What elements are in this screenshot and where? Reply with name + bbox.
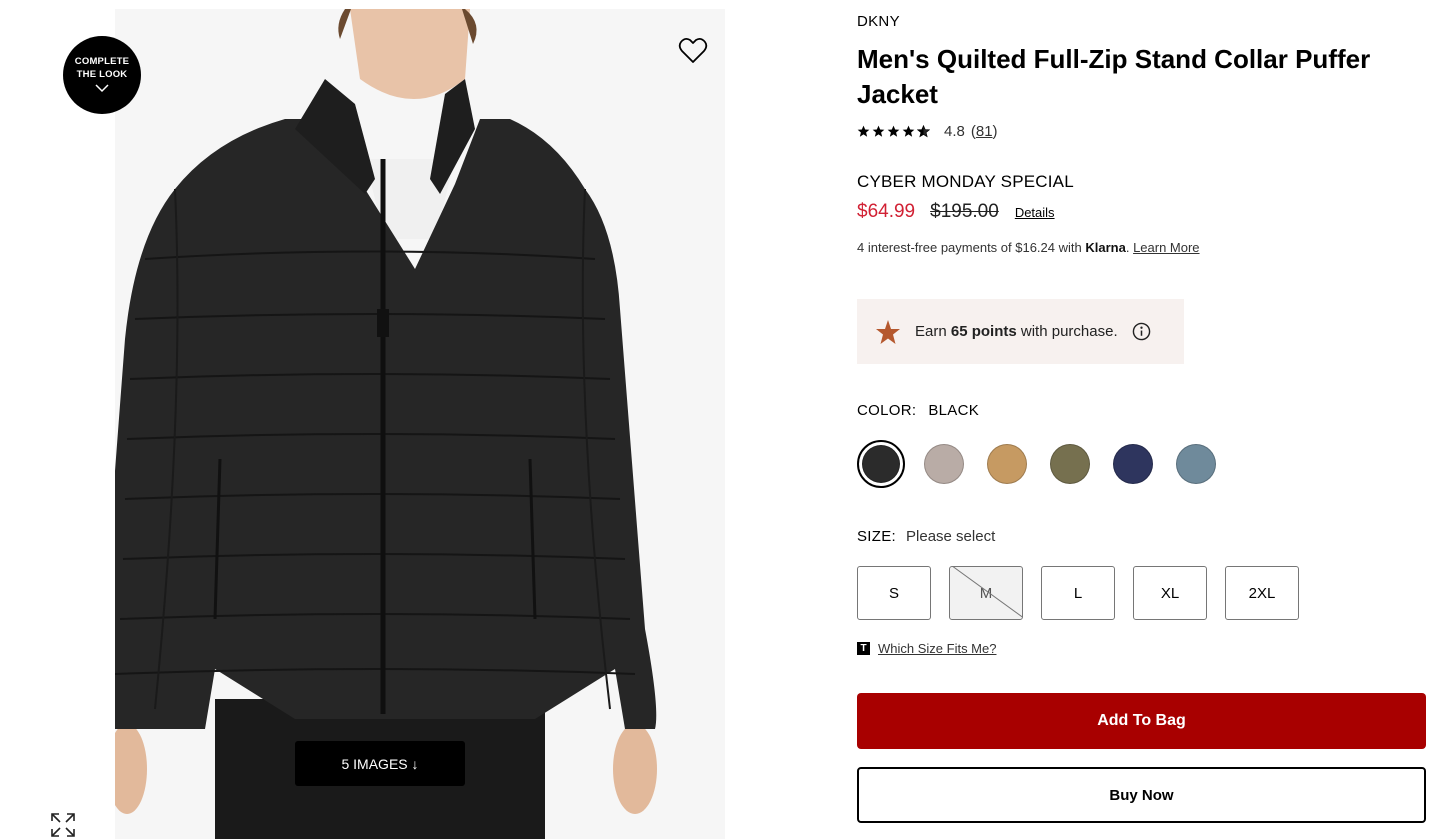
color-swatch-camel[interactable] [983,440,1031,488]
points-suffix: with purchase. [1020,323,1118,340]
price-block: $64.99 $195.00 Details [857,201,1055,223]
selected-color: BLACK [928,402,980,419]
star-icon [857,125,870,137]
size-option-l[interactable]: L [1041,566,1115,620]
add-to-bag-button[interactable]: Add To Bag [857,693,1426,749]
size-label: SIZE: [857,528,897,545]
points-value: 65 points [950,323,1017,340]
promo-label: CYBER MONDAY SPECIAL [857,172,1074,191]
star-icon [902,125,915,137]
size-option-2xl[interactable]: 2XL [1225,566,1299,620]
star-half-icon [917,125,930,138]
swatch-fill [1113,444,1153,484]
color-swatch-navy[interactable] [1109,440,1157,488]
size-value: Please select [906,528,996,545]
klarna-brand: Klarna [1085,240,1126,255]
size-option-s[interactable]: S [857,566,931,620]
size-option-xl[interactable]: XL [1133,566,1207,620]
image-gallery: COMPLETE THE LOOK 5 IMAGES ↓ [0,0,760,839]
size-fit-helper: T Which Size Fits Me? [857,641,996,656]
product-title: Men's Quilted Full-Zip Stand Collar Puff… [857,44,1371,109]
product-image[interactable] [115,9,725,839]
swatch-fill [1050,444,1090,484]
which-size-fits-link[interactable]: Which Size Fits Me? [878,641,996,656]
chevron-down-icon [95,84,109,93]
star-icon [887,125,900,137]
klarna-prefix: 4 interest-free payments of $16.24 with [857,240,1086,255]
size-selector-label: SIZE: Please select [857,528,995,545]
review-count-number[interactable]: 81 [976,123,993,140]
star-rewards-icon [876,319,900,344]
color-swatch-black[interactable] [857,440,905,488]
swatch-fill [862,445,900,483]
rewards-points-banner: Earn 65 points with purchase. [857,299,1184,364]
rating-value: 4.8 [944,123,965,140]
klarna-message: 4 interest-free payments of $16.24 with … [857,240,1200,255]
brand-link[interactable]: DKNY [857,13,900,30]
swatch-fill [1176,444,1216,484]
swatch-fill [924,444,964,484]
sale-price: $64.99 [857,201,916,222]
review-count[interactable]: (81) [971,123,998,140]
complete-look-line2: THE LOOK [76,69,128,80]
view-images-button[interactable]: 5 IMAGES ↓ [295,741,465,786]
points-prefix: Earn [915,323,947,340]
swatch-fill [987,444,1027,484]
expand-icon[interactable] [50,812,76,838]
color-swatches [857,440,1220,488]
color-swatch-slate[interactable] [1172,440,1220,488]
price-details-link[interactable]: Details [1015,205,1055,220]
color-selector-label: COLOR: BLACK [857,402,979,419]
klarna-learn-more-link[interactable]: Learn More [1133,240,1199,255]
size-options: S M L XL 2XL [857,566,1299,620]
info-icon[interactable] [1132,322,1151,341]
truefit-icon: T [857,642,870,655]
complete-look-line1: COMPLETE [74,56,130,67]
complete-the-look-button[interactable]: COMPLETE THE LOOK [63,36,141,114]
rating-stars [857,125,930,138]
star-icon [872,125,885,137]
size-option-m[interactable]: M [949,566,1023,620]
heart-icon[interactable] [678,36,708,66]
view-images-label: 5 IMAGES ↓ [341,755,419,772]
color-swatch-olive[interactable] [1046,440,1094,488]
product-rating[interactable]: 4.8 (81) [857,123,998,140]
color-label: COLOR: [857,402,917,419]
buy-now-button[interactable]: Buy Now [857,767,1426,823]
original-price: $195.00 [930,201,999,222]
color-swatch-oatmeal[interactable] [920,440,968,488]
